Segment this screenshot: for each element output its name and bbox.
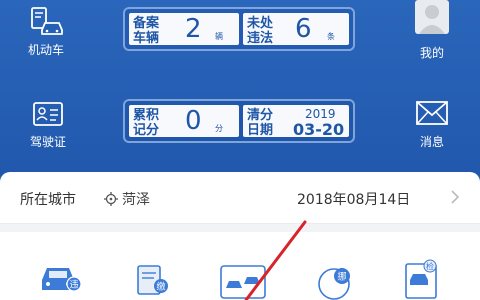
clear-date-cell[interactable]: 清分 日期 2019 03-20: [243, 105, 349, 139]
scroll-payment-icon[interactable]: 缴: [130, 254, 174, 300]
violations-label-1: 未处: [247, 16, 274, 31]
city-label: 所在城市: [20, 192, 76, 208]
city-location[interactable]: 菏泽: [104, 189, 150, 209]
points-value: 0: [185, 106, 202, 136]
my-profile-button[interactable]: 我的: [397, 0, 467, 61]
points-unit: 分: [215, 124, 223, 133]
main-content: 所在城市 菏泽 2018年08月14日 违 缴 挪 检: [0, 172, 480, 300]
payment-badge: 缴: [156, 281, 165, 293]
accumulated-points-cell[interactable]: 累积 记分 0 分: [129, 105, 239, 138]
score-summary-panel[interactable]: 累积 记分 0 分 清分 日期 2019 03-20: [123, 99, 355, 143]
envelope-icon: [416, 101, 448, 125]
registered-label-2: 车辆: [133, 31, 160, 46]
registered-unit: 辆: [215, 32, 223, 41]
messages-button[interactable]: 消息: [397, 98, 467, 150]
cars-accident-icon[interactable]: [218, 254, 268, 300]
violations-cell[interactable]: 未处 违法 6 条: [243, 13, 349, 46]
motor-vehicle-label: 机动车: [27, 43, 64, 57]
driver-license-button[interactable]: 驾驶证: [13, 100, 83, 150]
current-date: 2018年08月14日: [297, 192, 411, 208]
header: 机动车 驾驶证 我的 消息 备案 车辆 2 辆 未处 违法 6 条 累积 记分 …: [0, 0, 480, 178]
city-name: 菏泽: [122, 192, 150, 208]
move-badge: 挪: [337, 271, 346, 283]
license-card-icon: [33, 102, 63, 126]
my-profile-label: 我的: [419, 46, 444, 60]
registered-label-1: 备案: [133, 16, 160, 31]
violations-count: 6: [295, 14, 312, 44]
messages-label: 消息: [419, 135, 444, 149]
registered-vehicles-cell[interactable]: 备案 车辆 2 辆: [129, 13, 239, 46]
points-label-2: 记分: [133, 123, 160, 138]
car-list-icon: [31, 7, 63, 35]
clear-year: 2019: [305, 107, 336, 121]
violations-unit: 条: [327, 32, 335, 41]
clear-date: 03-20: [293, 120, 345, 139]
clear-label-2: 日期: [247, 123, 274, 138]
vehicle-summary-panel[interactable]: 备案 车辆 2 辆 未处 违法 6 条: [123, 7, 355, 51]
points-label-1: 累积: [133, 108, 160, 123]
car-violation-icon[interactable]: 违: [38, 254, 82, 300]
car-inspection-icon[interactable]: 检: [400, 254, 444, 300]
violations-label-2: 违法: [247, 31, 274, 46]
motor-vehicle-button[interactable]: 机动车: [11, 6, 81, 58]
section-divider: [0, 224, 480, 232]
registered-count: 2: [185, 14, 202, 44]
driver-license-label: 驾驶证: [29, 135, 66, 149]
city-row[interactable]: 所在城市 菏泽 2018年08月14日: [0, 172, 480, 224]
chevron-right-icon[interactable]: [448, 188, 462, 206]
avatar-icon: [415, 0, 449, 34]
clear-label-1: 清分: [247, 108, 274, 123]
crosshair-icon: [104, 192, 118, 206]
violation-badge: 违: [69, 280, 78, 291]
car-move-icon[interactable]: 挪: [314, 254, 358, 300]
inspection-badge: 检: [426, 261, 434, 271]
